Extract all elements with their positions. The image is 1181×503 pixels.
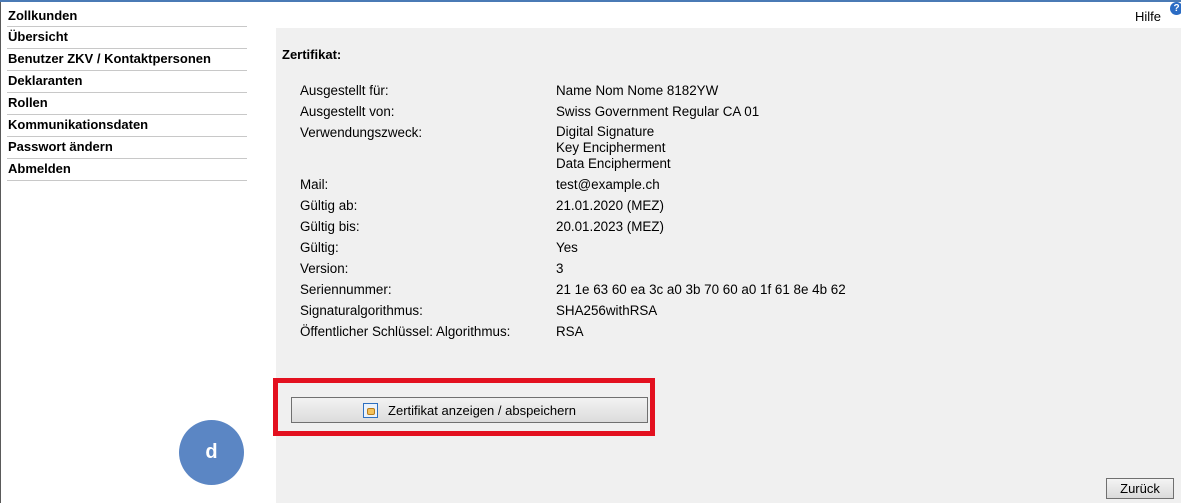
back-button[interactable]: Zurück: [1106, 478, 1174, 499]
detail-label: Mail:: [300, 177, 329, 192]
detail-label: Gültig ab:: [300, 198, 358, 213]
detail-value-list: Digital Signature Key Encipherment Data …: [556, 124, 671, 172]
detail-row: Ausgestellt von: Swiss Government Regula…: [300, 103, 1100, 120]
section-title: Zertifikat:: [282, 47, 342, 62]
detail-row: Verwendungszweck: Digital Signature Key …: [300, 124, 1100, 172]
detail-value: 21.01.2020 (MEZ): [556, 198, 664, 213]
detail-value: 21 1e 63 60 ea 3c a0 3b 70 60 a0 1f 61 8…: [556, 282, 846, 297]
sidebar-item-passwort[interactable]: Passwort ändern: [7, 137, 247, 159]
detail-label: Gültig bis:: [300, 219, 360, 234]
sidebar-nav: Zollkunden Übersicht Benutzer ZKV / Kont…: [7, 7, 247, 181]
detail-value: 20.01.2023 (MEZ): [556, 219, 664, 234]
left-border-line: [0, 2, 1, 503]
question-icon[interactable]: ?: [1170, 2, 1181, 15]
detail-value: 3: [556, 261, 564, 276]
detail-value: Swiss Government Regular CA 01: [556, 104, 760, 119]
detail-value: RSA: [556, 324, 584, 339]
certificate-icon: [363, 402, 379, 418]
detail-value: SHA256withRSA: [556, 303, 658, 318]
detail-row: Gültig: Yes: [300, 239, 1100, 256]
certificate-details: Ausgestellt für: Name Nom Nome 8182YW Au…: [300, 82, 1100, 344]
sidebar-item-abmelden[interactable]: Abmelden: [7, 159, 247, 181]
detail-label: Ausgestellt von:: [300, 104, 395, 119]
detail-label: Verwendungszweck:: [300, 125, 423, 140]
detail-label: Version:: [300, 261, 349, 276]
detail-label: Seriennummer:: [300, 282, 392, 297]
sidebar-item-rollen[interactable]: Rollen: [7, 93, 247, 115]
sidebar-item-deklaranten[interactable]: Deklaranten: [7, 71, 247, 93]
detail-row: Mail: test@example.ch: [300, 176, 1100, 193]
detail-row: Gültig bis: 20.01.2023 (MEZ): [300, 218, 1100, 235]
detail-value: Name Nom Nome 8182YW: [556, 83, 719, 98]
sidebar-item-uebersicht[interactable]: Übersicht: [7, 27, 247, 49]
detail-label: Signaturalgorithmus:: [300, 303, 423, 318]
detail-row: Ausgestellt für: Name Nom Nome 8182YW: [300, 82, 1100, 99]
usage-value: Digital Signature: [556, 124, 655, 139]
sidebar-item-benutzer[interactable]: Benutzer ZKV / Kontaktpersonen: [7, 49, 247, 71]
top-border-line: [0, 0, 1181, 2]
sidebar-item-zollkunden[interactable]: Zollkunden: [7, 7, 247, 27]
detail-row: Gültig ab: 21.01.2020 (MEZ): [300, 197, 1100, 214]
detail-row: Öffentlicher Schlüssel: Algorithmus: RSA: [300, 323, 1100, 340]
detail-value: Yes: [556, 240, 578, 255]
show-save-certificate-button[interactable]: Zertifikat anzeigen / abspeichern: [291, 397, 648, 423]
usage-value: Data Encipherment: [556, 156, 671, 171]
show-save-certificate-label: Zertifikat anzeigen / abspeichern: [388, 402, 576, 418]
detail-value: test@example.ch: [556, 177, 660, 192]
help-link[interactable]: Hilfe: [1135, 9, 1161, 24]
detail-row: Seriennummer: 21 1e 63 60 ea 3c a0 3b 70…: [300, 281, 1100, 298]
detail-label: Ausgestellt für:: [300, 83, 389, 98]
detail-label: Gültig:: [300, 240, 339, 255]
detail-row: Version: 3: [300, 260, 1100, 277]
usage-value: Key Encipherment: [556, 140, 666, 155]
sidebar-item-kommunikationsdaten[interactable]: Kommunikationsdaten: [7, 115, 247, 137]
detail-row: Signaturalgorithmus: SHA256withRSA: [300, 302, 1100, 319]
detail-label: Öffentlicher Schlüssel: Algorithmus:: [300, 324, 511, 339]
annotation-step-badge: d: [179, 420, 244, 485]
